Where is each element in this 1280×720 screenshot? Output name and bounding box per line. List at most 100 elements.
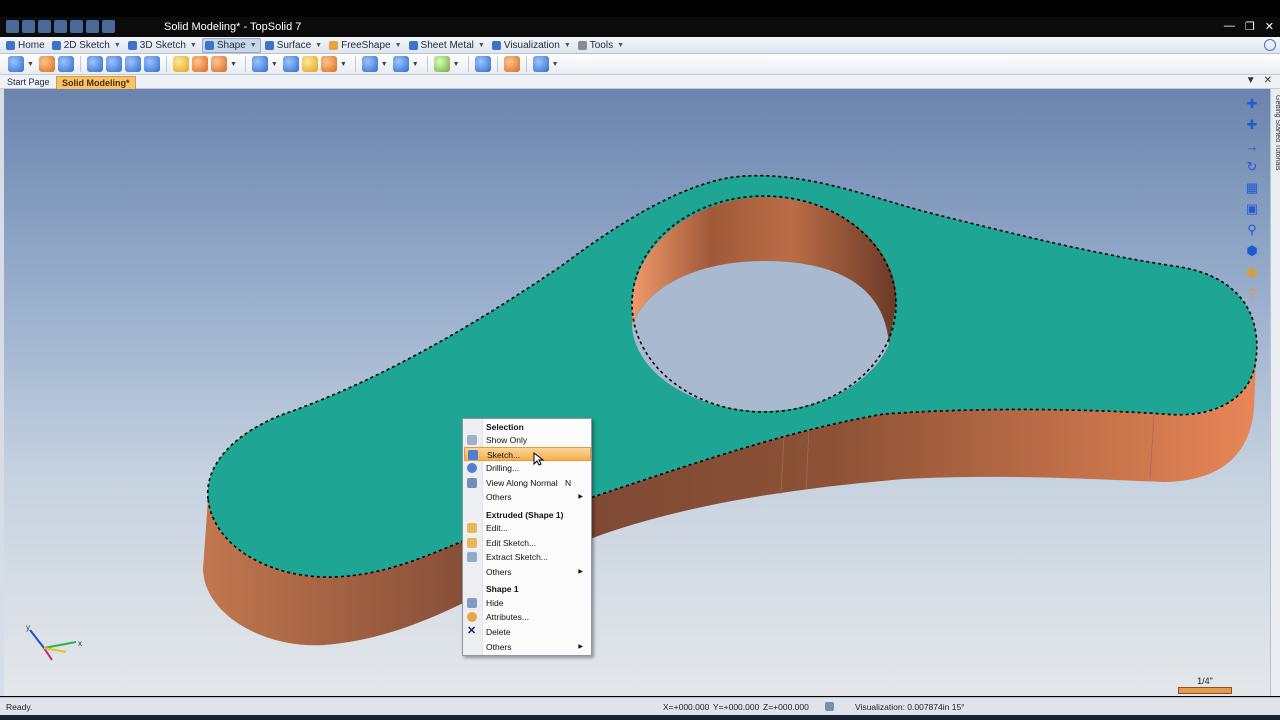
3d-viewport[interactable] <box>4 89 1270 696</box>
shape-toolbar: ▼ ▼ ▼ ▼ ▼ ▼ ▼ ▼ <box>0 54 1280 75</box>
refresh-icon[interactable] <box>102 20 115 33</box>
trim-icon[interactable] <box>320 56 337 72</box>
repetition-icon[interactable] <box>361 56 378 72</box>
toolbar-separator <box>165 56 167 72</box>
chevron-down-icon[interactable]: ▼ <box>478 42 485 49</box>
toolbar-separator <box>525 56 527 72</box>
orbit-icon[interactable]: ↻ <box>1244 159 1260 175</box>
menu-item-extract-sketch[interactable]: Extract Sketch... <box>464 550 591 564</box>
chevron-down-icon[interactable]: ▼ <box>114 42 121 49</box>
chevron-down-icon[interactable]: ▼ <box>340 61 347 68</box>
tab-label: Visualization <box>503 39 560 51</box>
view-cube-icon[interactable]: ⬢ <box>1244 243 1260 259</box>
part-model[interactable] <box>4 89 1270 696</box>
chevron-down-icon[interactable]: ▼ <box>617 42 624 49</box>
chevron-down-icon[interactable]: ▼ <box>271 61 278 68</box>
chevron-down-icon[interactable]: ▼ <box>230 61 237 68</box>
menu-item-others-selection[interactable]: Others ▶ <box>464 490 591 504</box>
revolve-icon[interactable] <box>38 56 55 72</box>
extrude-icon[interactable] <box>8 56 24 72</box>
menu-item-attributes[interactable]: Attributes... <box>464 610 591 624</box>
tab-shape[interactable]: Shape ▼ <box>201 37 261 53</box>
menu-item-others-shape[interactable]: Others ▶ <box>464 640 591 654</box>
tutorials-panel-tab[interactable]: Getting Started Tutorials <box>1270 89 1280 696</box>
save-icon[interactable] <box>22 20 35 33</box>
tab-label: Home <box>18 39 45 51</box>
help-icon[interactable]: ? <box>1244 285 1260 301</box>
menu-item-others-extruded[interactable]: Others ▶ <box>464 565 591 579</box>
rotate-icon[interactable]: → <box>1244 138 1260 154</box>
thicken-icon[interactable] <box>301 56 318 72</box>
window-controls: — ❐ ✕ <box>1224 20 1274 33</box>
close-icon[interactable]: ✕ <box>1264 75 1272 86</box>
analysis-icon[interactable] <box>433 56 450 72</box>
local-operation-icon[interactable] <box>474 56 491 72</box>
zoom-window-icon[interactable]: ▣ <box>1244 201 1260 217</box>
pocket-icon[interactable] <box>124 56 141 72</box>
chevron-down-icon[interactable]: ▼ <box>381 61 388 68</box>
tab-surface[interactable]: Surface ▼ <box>263 38 325 53</box>
menu-item-show-only[interactable]: Show Only <box>464 433 591 447</box>
drilling-icon[interactable] <box>105 56 122 72</box>
chamfer-icon[interactable] <box>191 56 208 72</box>
tab-tools[interactable]: Tools ▼ <box>576 38 627 53</box>
move-icon[interactable]: ✚ <box>1244 117 1260 133</box>
chevron-down-icon[interactable]: ▼ <box>552 61 559 68</box>
split-icon[interactable] <box>282 56 299 72</box>
restore-icon[interactable]: ❐ <box>1245 20 1255 33</box>
status-y-coordinate: Y=+000.000 <box>713 702 760 712</box>
menu-item-hide[interactable]: Hide <box>464 596 591 610</box>
draft-icon[interactable] <box>210 56 227 72</box>
menu-item-label: Attributes... <box>486 612 529 622</box>
shell-icon[interactable] <box>251 56 268 72</box>
chevron-down-icon[interactable]: ▼ <box>412 61 419 68</box>
chevron-down-icon[interactable]: ▼ <box>395 42 402 49</box>
app-logo-icon[interactable] <box>6 20 19 33</box>
pencil-icon <box>51 40 61 50</box>
chevron-down-icon[interactable]: ▼ <box>250 42 257 49</box>
chevron-down-icon[interactable]: ▼ <box>564 42 571 49</box>
tab-solid-modeling[interactable]: Solid Modeling* <box>56 76 136 89</box>
tab-freeshape[interactable]: FreeShape ▼ <box>327 38 404 53</box>
menu-item-edit-sketch[interactable]: Edit Sketch... <box>464 536 591 550</box>
minimize-icon[interactable]: — <box>1224 20 1235 33</box>
menu-item-delete[interactable]: ✕ Delete <box>464 625 591 639</box>
transform-icon[interactable] <box>532 56 549 72</box>
help-icon[interactable] <box>1264 39 1276 51</box>
zoom-icon[interactable]: ⚲ <box>1244 222 1260 238</box>
visualization-settings-icon[interactable] <box>825 702 834 711</box>
axis-x-label: x <box>78 639 82 648</box>
chevron-down-icon[interactable]: ▼ <box>453 61 460 68</box>
render-mode-icon[interactable]: ◉ <box>1244 264 1260 280</box>
menu-item-view-along-normal[interactable]: View Along Normal N <box>464 476 591 490</box>
menu-item-sketch[interactable]: Sketch... <box>464 447 591 461</box>
redo-icon[interactable] <box>70 20 83 33</box>
tab-start-page[interactable]: Start Page <box>2 76 55 89</box>
chevron-down-icon[interactable]: ▼ <box>1246 75 1256 86</box>
close-icon[interactable]: ✕ <box>1265 20 1274 33</box>
boolean-icon[interactable] <box>86 56 103 72</box>
visualization-icon <box>491 40 501 50</box>
menu-item-drilling[interactable]: Drilling... <box>464 461 591 475</box>
save-all-icon[interactable] <box>38 20 51 33</box>
tab-sheet-metal[interactable]: Sheet Metal ▼ <box>407 38 488 53</box>
tab-3d-sketch[interactable]: 3D Sketch ▼ <box>126 38 200 53</box>
tab-label: Sheet Metal <box>420 39 474 51</box>
tab-2d-sketch[interactable]: 2D Sketch ▼ <box>50 38 124 53</box>
pencil-icon[interactable] <box>86 20 99 33</box>
tab-home[interactable]: Home <box>4 38 48 53</box>
boss-icon[interactable] <box>143 56 160 72</box>
chevron-down-icon[interactable]: ▼ <box>190 42 197 49</box>
undo-icon[interactable] <box>54 20 67 33</box>
fillet-icon[interactable] <box>172 56 189 72</box>
chevron-down-icon[interactable]: ▼ <box>27 61 34 68</box>
mirror-icon[interactable] <box>392 56 409 72</box>
menu-item-edit[interactable]: Edit... <box>464 521 591 535</box>
sweep-icon[interactable] <box>57 56 74 72</box>
chevron-down-icon[interactable]: ▼ <box>315 42 322 49</box>
menu-item-label: View Along Normal <box>486 478 558 488</box>
modify-shape-icon[interactable] <box>503 56 520 72</box>
tab-visualization[interactable]: Visualization ▼ <box>490 38 574 53</box>
add-point-icon[interactable]: ✚ <box>1244 96 1260 112</box>
grid-icon[interactable]: ▦ <box>1244 180 1260 196</box>
